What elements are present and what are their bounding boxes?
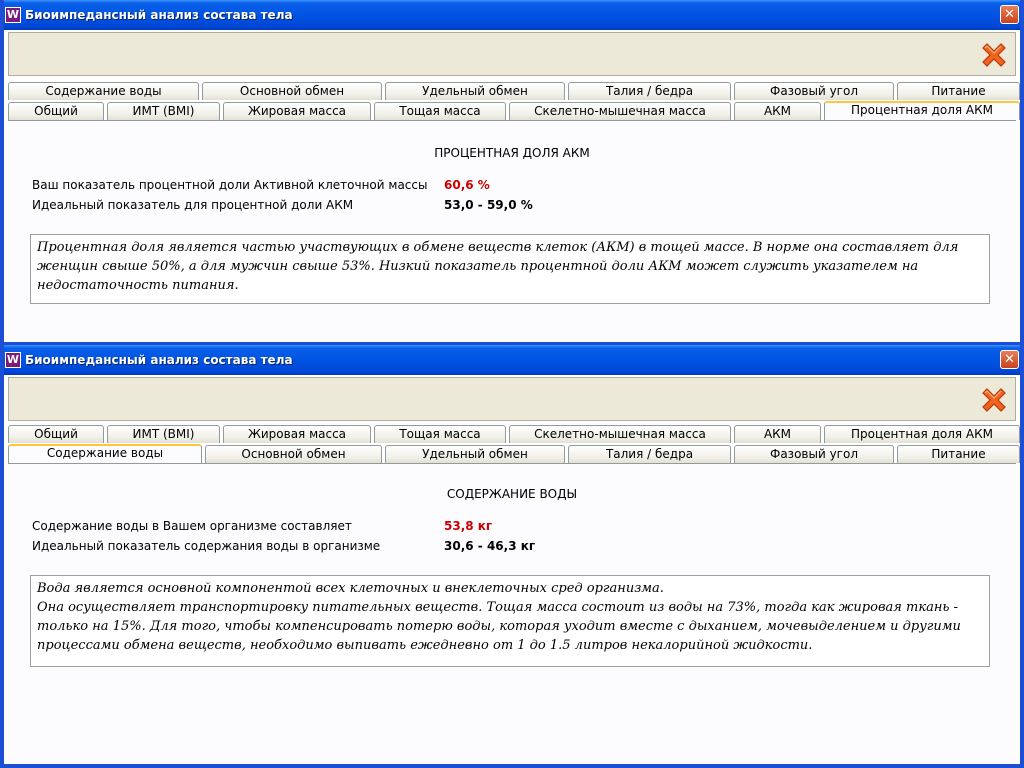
tab-general[interactable]: Общий [8,425,104,443]
title-bar[interactable]: W Биоимпедансный анализ состава тела ✕ [4,345,1020,375]
window-percent-akm: W Биоимпедансный анализ состава тела ✕ С… [0,0,1024,346]
tab-specific-metabolism[interactable]: Удельный обмен [385,445,565,463]
tab-specific-metabolism[interactable]: Удельный обмен [385,82,565,100]
ideal-value-label: Идеальный показатель содержания воды в о… [32,539,381,553]
section-heading: ПРОЦЕНТНАЯ ДОЛЯ АКМ [434,146,590,160]
window-title: Биоимпедансный анализ состава тела [25,8,293,22]
window-water-content: W Биоимпедансный анализ состава тела ✕ О… [0,345,1024,768]
description-box: Процентная доля является частью участвую… [30,234,990,304]
section-heading: СОДЕРЖАНИЕ ВОДЫ [446,487,578,501]
ideal-value: 30,6 - 46,3 кг [444,539,536,553]
tab-general[interactable]: Общий [8,102,104,120]
red-x-icon[interactable] [979,40,1009,70]
description-line-1: Вода является основной компонентой всех … [37,581,664,596]
content-panel: ПРОЦЕНТНАЯ ДОЛЯ АКМ Ваш показатель проце… [8,120,1016,342]
tab-percent-akm[interactable]: Процентная доля АКМ [824,425,1020,443]
tab-nutrition[interactable]: Питание [897,82,1020,100]
tab-fat-mass[interactable]: Жировая масса [223,102,371,120]
tab-akm[interactable]: АКМ [734,102,821,120]
tab-percent-akm[interactable]: Процентная доля АКМ [824,101,1020,120]
tab-waist-hip[interactable]: Талия / бедра [568,445,731,463]
tab-akm[interactable]: АКМ [734,425,821,443]
tab-lean-mass[interactable]: Тощая масса [374,425,506,443]
app-logo-icon: W [5,352,21,368]
tab-water[interactable]: Содержание воды [8,444,202,463]
close-icon[interactable]: ✕ [1000,350,1019,369]
tab-strip: Общий ИМТ (BMI) Жировая масса Тощая масс… [8,425,1020,465]
tab-phase-angle[interactable]: Фазовый угол [734,82,894,100]
tab-fat-mass[interactable]: Жировая масса [223,425,371,443]
tab-nutrition[interactable]: Питание [897,445,1020,463]
tab-lean-mass[interactable]: Тощая масса [374,102,506,120]
ideal-value-label: Идеальный показатель для процентной доли… [32,198,354,212]
ideal-value: 53,0 - 59,0 % [444,198,533,212]
toolbar [8,377,1016,421]
close-icon[interactable]: ✕ [1000,5,1019,24]
app-logo-icon: W [5,7,21,23]
tab-basal-metabolism[interactable]: Основной обмен [202,82,382,100]
tab-phase-angle[interactable]: Фазовый угол [734,445,894,463]
red-x-icon[interactable] [979,385,1009,415]
your-value-label: Ваш показатель процентной доли Активной … [32,178,428,192]
tab-skeletal-muscle[interactable]: Скелетно-мышечная масса [509,102,731,120]
description-body: Она осуществляет транспортировку питател… [37,600,961,653]
tab-waist-hip[interactable]: Талия / бедра [568,82,731,100]
tab-bmi[interactable]: ИМТ (BMI) [107,102,220,120]
tab-water[interactable]: Содержание воды [8,82,199,100]
description-box: Вода является основной компонентой всех … [30,575,990,667]
toolbar [8,32,1016,76]
your-value: 53,8 кг [444,519,493,533]
tab-basal-metabolism[interactable]: Основной обмен [205,445,382,463]
your-value: 60,6 % [444,178,490,192]
tab-skeletal-muscle[interactable]: Скелетно-мышечная масса [509,425,731,443]
title-bar[interactable]: W Биоимпедансный анализ состава тела ✕ [4,0,1020,30]
your-value-label: Содержание воды в Вашем организме состав… [32,519,352,533]
tab-strip: Содержание воды Основной обмен Удельный … [8,82,1020,122]
tab-bmi[interactable]: ИМТ (BMI) [107,425,220,443]
content-panel: СОДЕРЖАНИЕ ВОДЫ Содержание воды в Вашем … [8,463,1016,764]
window-title: Биоимпедансный анализ состава тела [25,353,293,367]
